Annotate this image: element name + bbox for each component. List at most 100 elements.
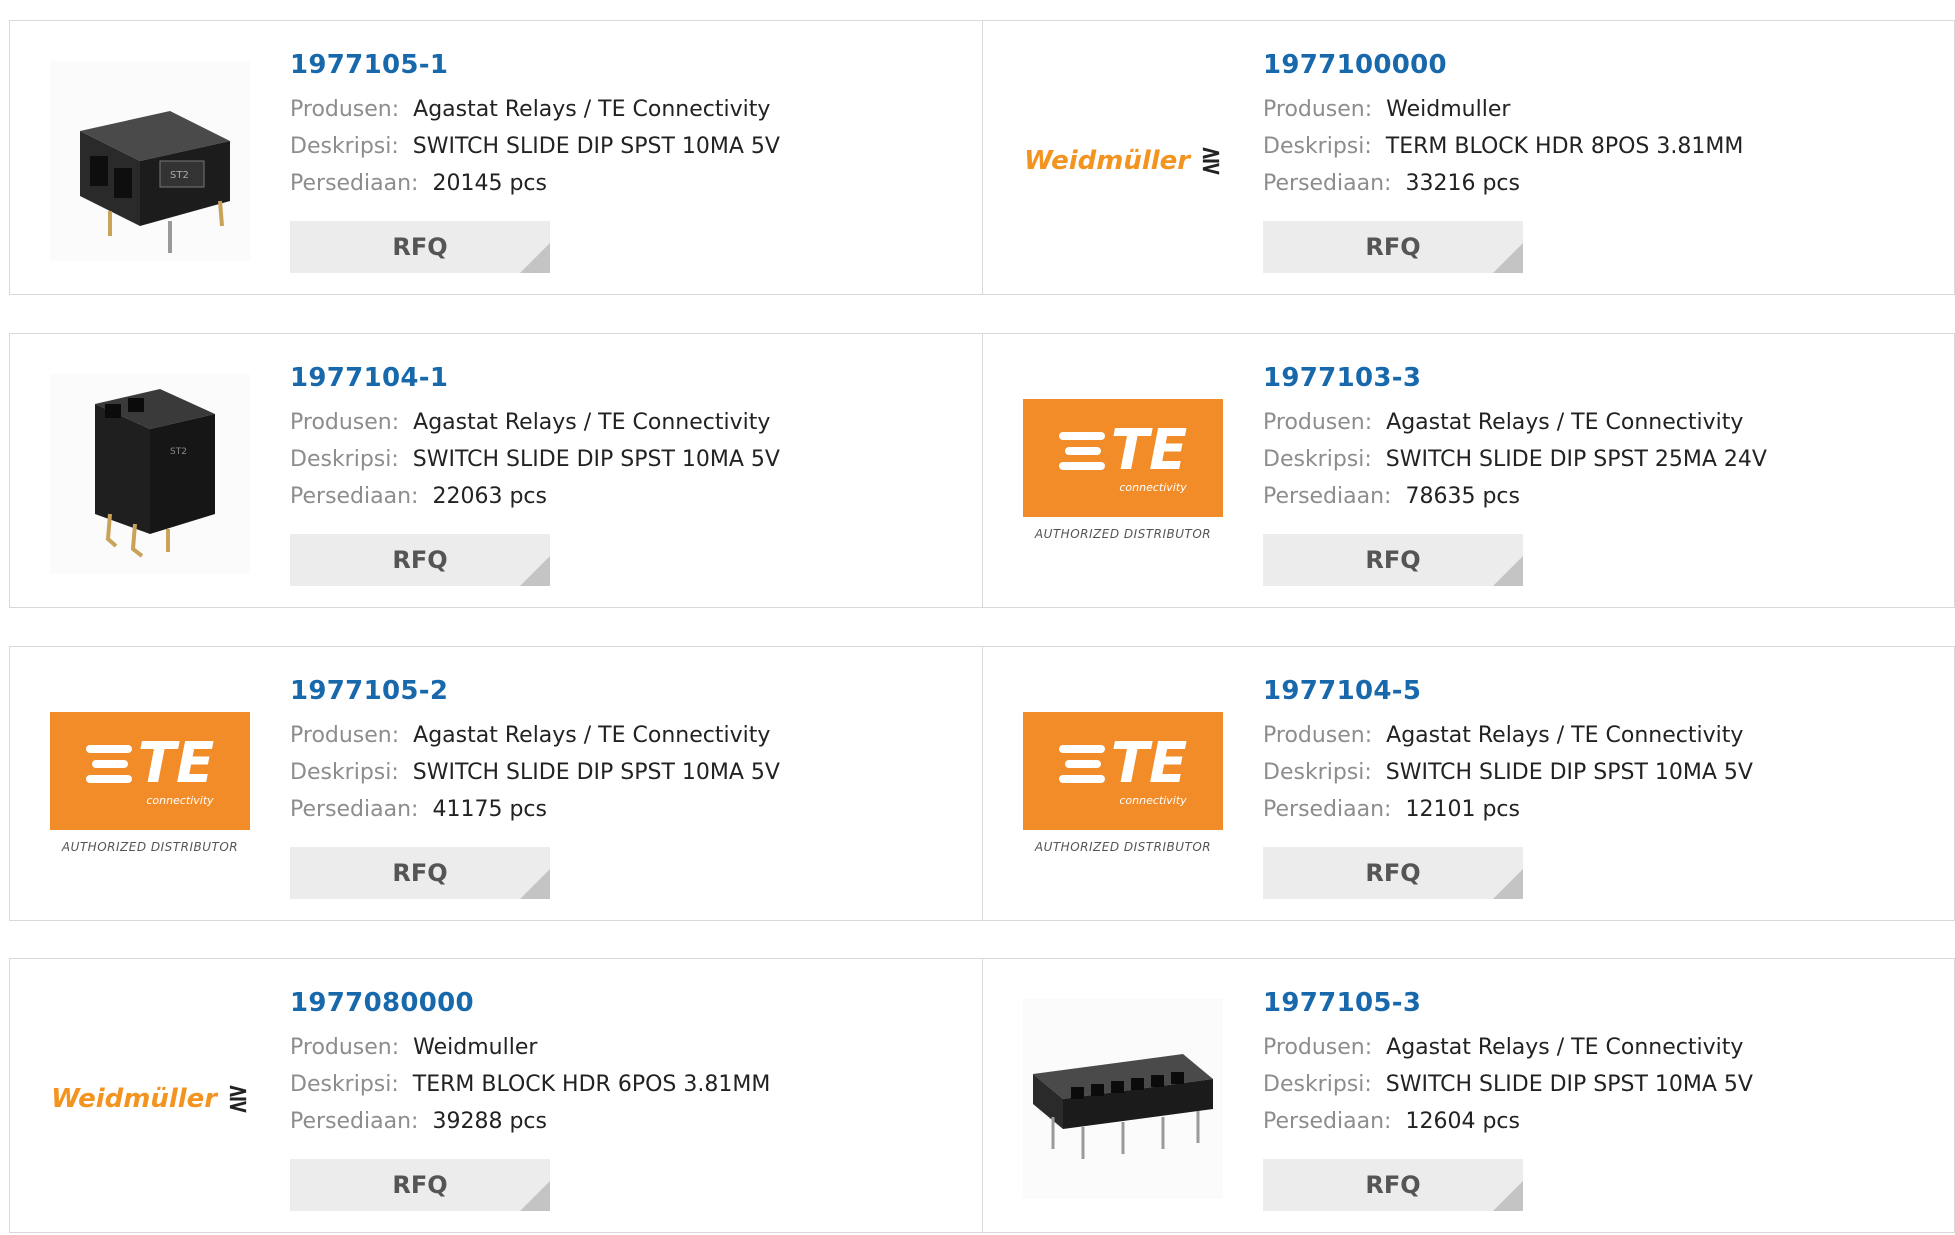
part-number-link[interactable]: 1977103-3 [1263,362,1934,394]
description-field: Deskripsi: SWITCH SLIDE DIP SPST 10MA 5V [290,754,962,791]
stock-value: 33216 pcs [1405,171,1520,196]
manufacturer-field: Produsen: Agastat Relays / TE Connectivit… [290,404,962,441]
rfq-label: RFQ [392,1171,448,1199]
te-connectivity-logo: TE connectivity AUTHORIZED DISTRIBUTOR [1023,712,1223,862]
te-subtitle: connectivity [1119,480,1187,494]
rfq-label: RFQ [1365,546,1421,574]
weidmuller-logo: Weidmüller ⋛ [1024,146,1222,176]
te-stripes-icon [1058,744,1105,783]
product-card: Weidmüller ⋛ 1977080000 Produsen: Weidmul… [10,959,982,1232]
stock-label: Persediaan: [290,484,419,509]
te-subtitle: connectivity [146,793,214,807]
description-value: SWITCH SLIDE DIP SPST 10MA 5V [412,447,780,472]
description-field: Deskripsi: SWITCH SLIDE DIP SPST 10MA 5V [1263,754,1934,791]
manufacturer-field: Produsen: Weidmuller [1263,91,1934,128]
part-number-link[interactable]: 1977105-2 [290,675,962,707]
rfq-label: RFQ [392,859,448,887]
rfq-label: RFQ [1365,233,1421,261]
description-value: SWITCH SLIDE DIP SPST 10MA 5V [1385,1072,1753,1097]
product-info: 1977103-3 Produsen: Agastat Relays / TE C… [1263,362,1934,515]
manufacturer-value: Agastat Relays / TE Connectivity [1386,1035,1744,1060]
manufacturer-value: Agastat Relays / TE Connectivity [413,723,771,748]
stock-label: Persediaan: [1263,1109,1392,1134]
part-number-link[interactable]: 1977104-5 [1263,675,1934,707]
product-image[interactable]: Weidmüller ⋛ [50,999,250,1199]
dip-switch-icon [1023,999,1223,1199]
stock-label: Persediaan: [1263,797,1392,822]
description-field: Deskripsi: TERM BLOCK HDR 6POS 3.81MM [290,1066,962,1103]
product-image[interactable]: ST2 [50,374,250,574]
description-field: Deskripsi: SWITCH SLIDE DIP SPST 10MA 5V [290,441,962,478]
svg-text:ST2: ST2 [170,447,187,457]
te-connectivity-logo: TE connectivity AUTHORIZED DISTRIBUTOR [50,712,250,862]
te-wordmark: TE [137,730,215,796]
stock-field: Persediaan: 39288 pcs [290,1103,962,1140]
product-image[interactable]: TE connectivity AUTHORIZED DISTRIBUTOR [1023,374,1223,574]
part-number-link[interactable]: 1977105-3 [1263,987,1934,1019]
weidmuller-symbol-icon: ⋛ [1200,146,1222,176]
manufacturer-field: Produsen: Agastat Relays / TE Connectivit… [1263,1029,1934,1066]
description-label: Deskripsi: [290,1072,399,1097]
te-wordmark: TE [1110,730,1188,796]
product-image[interactable]: Weidmüller ⋛ [1023,61,1223,261]
corner-decoration [520,1181,550,1211]
corner-decoration [520,869,550,899]
rfq-button[interactable]: RFQ [1263,847,1523,899]
manufacturer-field: Produsen: Agastat Relays / TE Connectivit… [290,91,962,128]
manufacturer-label: Produsen: [1263,1035,1373,1060]
product-info: 1977100000 Produsen: Weidmuller Deskripsi… [1263,49,1934,202]
description-field: Deskripsi: SWITCH SLIDE DIP SPST 25MA 24V [1263,441,1934,478]
rfq-button[interactable]: RFQ [290,1159,550,1211]
te-mark: TE [1058,730,1188,796]
product-image[interactable]: ST2 [50,61,250,261]
product-image[interactable]: TE connectivity AUTHORIZED DISTRIBUTOR [50,687,250,887]
weidmuller-symbol-icon: ⋛ [227,1084,249,1114]
rfq-button[interactable]: RFQ [290,221,550,273]
description-label: Deskripsi: [1263,1072,1372,1097]
stock-label: Persediaan: [290,1109,419,1134]
product-image[interactable] [1023,999,1223,1199]
part-number-link[interactable]: 1977080000 [290,987,962,1019]
part-number-link[interactable]: 1977100000 [1263,49,1934,81]
manufacturer-value: Agastat Relays / TE Connectivity [413,97,771,122]
product-card: 1977105-3 Produsen: Agastat Relays / TE C… [982,959,1954,1232]
manufacturer-label: Produsen: [290,410,400,435]
te-logo-box: TE connectivity [1023,399,1223,517]
rfq-button[interactable]: RFQ [290,534,550,586]
te-mark: TE [85,730,215,796]
description-field: Deskripsi: TERM BLOCK HDR 8POS 3.81MM [1263,128,1934,165]
product-info: 1977105-2 Produsen: Agastat Relays / TE C… [290,675,962,828]
te-stripes-icon [1058,431,1105,470]
te-stripes-icon [85,744,132,783]
rfq-button[interactable]: RFQ [1263,534,1523,586]
te-connectivity-logo: TE connectivity AUTHORIZED DISTRIBUTOR [1023,399,1223,549]
stock-label: Persediaan: [290,171,419,196]
description-label: Deskripsi: [290,447,399,472]
manufacturer-field: Produsen: Agastat Relays / TE Connectivit… [290,717,962,754]
stock-field: Persediaan: 20145 pcs [290,165,962,202]
product-info: 1977105-3 Produsen: Agastat Relays / TE C… [1263,987,1934,1140]
stock-value: 22063 pcs [432,484,547,509]
manufacturer-field: Produsen: Agastat Relays / TE Connectivit… [1263,404,1934,441]
product-card: TE connectivity AUTHORIZED DISTRIBUTOR 1… [982,647,1954,920]
rfq-label: RFQ [392,546,448,574]
product-image[interactable]: TE connectivity AUTHORIZED DISTRIBUTOR [1023,687,1223,887]
rfq-button[interactable]: RFQ [1263,221,1523,273]
dip-switch-icon: ST2 [50,61,250,261]
rfq-button[interactable]: RFQ [1263,1159,1523,1211]
product-list: ST2 1977105-1 Produsen: Agastat Relays / … [0,0,1955,1235]
corner-decoration [1493,869,1523,899]
rfq-button[interactable]: RFQ [290,847,550,899]
corner-decoration [520,243,550,273]
manufacturer-value: Agastat Relays / TE Connectivity [1386,723,1744,748]
stock-value: 78635 pcs [1405,484,1520,509]
description-label: Deskripsi: [1263,447,1372,472]
part-number-link[interactable]: 1977104-1 [290,362,962,394]
manufacturer-label: Produsen: [1263,97,1373,122]
stock-value: 39288 pcs [432,1109,547,1134]
part-number-link[interactable]: 1977105-1 [290,49,962,81]
stock-label: Persediaan: [1263,484,1392,509]
description-field: Deskripsi: SWITCH SLIDE DIP SPST 10MA 5V [290,128,962,165]
stock-field: Persediaan: 22063 pcs [290,478,962,515]
te-mark: TE [1058,422,1187,479]
